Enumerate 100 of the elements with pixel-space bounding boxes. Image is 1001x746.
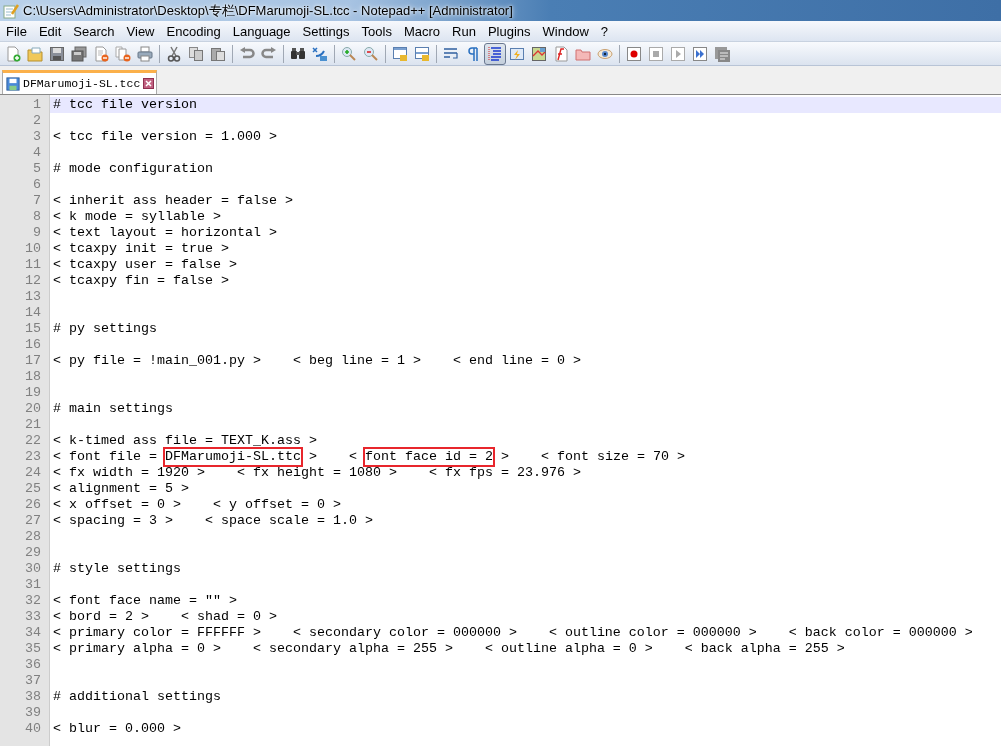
code-line: < tcaxpy user = false > bbox=[53, 257, 237, 273]
map-icon bbox=[531, 45, 547, 62]
code-line: < k mode = syllable > bbox=[53, 209, 221, 225]
code-line: # mode configuration bbox=[53, 161, 213, 177]
menu-item[interactable]: Window bbox=[536, 23, 595, 39]
menu-item[interactable]: Run bbox=[446, 23, 482, 39]
line-number: 20 bbox=[25, 401, 41, 417]
code-line: # py settings bbox=[53, 321, 157, 337]
line-number: 30 bbox=[25, 561, 41, 577]
line-number: 25 bbox=[25, 481, 41, 497]
pilcrow-icon bbox=[465, 45, 481, 62]
line-number: 29 bbox=[25, 545, 41, 561]
line-number: 12 bbox=[25, 273, 41, 289]
clipboard-icon bbox=[210, 45, 226, 62]
pages-with-minus-icon bbox=[115, 45, 131, 62]
line-number: 28 bbox=[25, 529, 41, 545]
toolbar-button[interactable] bbox=[484, 42, 506, 65]
menu-item[interactable]: Tools bbox=[355, 23, 398, 39]
code-line: < bord = 2 > < shad = 0 > bbox=[53, 609, 277, 625]
code-line: < k-timed ass file = TEXT_K.ass > bbox=[53, 433, 317, 449]
close-icon[interactable] bbox=[143, 78, 155, 89]
fast-forward-icon bbox=[692, 45, 708, 62]
code-line: < x offset = 0 > < y offset = 0 > bbox=[53, 497, 341, 513]
line-number: 31 bbox=[25, 577, 41, 593]
code-line: < tcaxpy init = true > bbox=[53, 241, 229, 257]
highlighted-code-text: font face id = 2 bbox=[364, 449, 493, 465]
menu-item[interactable]: Edit bbox=[32, 23, 68, 39]
notepad-icon bbox=[3, 2, 19, 19]
line-number: 14 bbox=[25, 305, 41, 321]
window-title: C:\Users\Administrator\Desktop\专栏\DFMarumoji-SL.tcc - Notepad++ [Administrator] bbox=[23, 1, 513, 20]
scissors-icon bbox=[166, 45, 182, 62]
lightning-window-icon bbox=[509, 45, 525, 62]
menu-item[interactable]: ? bbox=[594, 23, 615, 39]
menu-item[interactable]: Settings bbox=[296, 23, 356, 39]
file-tab[interactable]: DFMarumoji-SL.tcc bbox=[2, 70, 158, 94]
folder-icon bbox=[27, 45, 43, 62]
line-number: 4 bbox=[33, 145, 41, 161]
line-number: 17 bbox=[25, 353, 41, 369]
code-line: < spacing = 3 > < space scale = 1.0 > bbox=[53, 513, 373, 529]
line-number: 36 bbox=[25, 657, 41, 673]
copy-icon bbox=[188, 45, 204, 62]
code-line: < inherit ass header = false > bbox=[53, 193, 293, 209]
printer-icon bbox=[137, 45, 153, 62]
line-number: 6 bbox=[33, 177, 41, 193]
window-lock-icon bbox=[392, 45, 408, 62]
code-line: < alignment = 5 > bbox=[53, 481, 189, 497]
line-number: 38 bbox=[25, 689, 41, 705]
line-number: 3 bbox=[33, 129, 41, 145]
line-number: 7 bbox=[33, 193, 41, 209]
line-number: 26 bbox=[25, 497, 41, 513]
line-number: 37 bbox=[25, 673, 41, 689]
menu-item[interactable]: Macro bbox=[397, 23, 447, 39]
menu-item[interactable]: Plugins bbox=[481, 23, 537, 39]
page-with-minus-icon bbox=[93, 45, 109, 62]
menu-item[interactable]: Encoding bbox=[160, 23, 227, 39]
wrap-lines-icon bbox=[443, 45, 459, 62]
binoculars-icon bbox=[290, 45, 306, 62]
window-lock-icon bbox=[414, 45, 430, 62]
indent-lines-icon bbox=[487, 45, 503, 62]
code-line: < text layout = horizontal > bbox=[53, 225, 277, 241]
line-number: 39 bbox=[25, 705, 41, 721]
zoom-in-icon bbox=[341, 45, 357, 62]
line-number: 34 bbox=[25, 625, 41, 641]
line-number: 5 bbox=[33, 161, 41, 177]
macro-list-icon bbox=[714, 45, 730, 62]
code-line: < primary alpha = 0 > < secondary alpha = 255 > < outline alpha = 0 > < back alpha = 255 > bbox=[53, 641, 845, 657]
line-number: 16 bbox=[25, 337, 41, 353]
line-number: 15 bbox=[25, 321, 41, 337]
play-icon bbox=[670, 45, 686, 62]
menu-item[interactable]: Language bbox=[226, 23, 297, 39]
new-page-icon bbox=[5, 45, 21, 62]
line-number: 13 bbox=[25, 289, 41, 305]
floppy-disks-icon bbox=[71, 45, 87, 62]
menu-item[interactable]: File bbox=[0, 23, 33, 39]
line-number: 24 bbox=[25, 465, 41, 481]
code-line: # main settings bbox=[53, 401, 173, 417]
line-number: 21 bbox=[25, 417, 41, 433]
record-icon bbox=[626, 45, 642, 62]
line-number: 10 bbox=[25, 241, 41, 257]
code-line: < tcaxpy fin = false > bbox=[53, 273, 229, 289]
menu-item[interactable]: View bbox=[120, 23, 161, 39]
code-line: < blur = 0.000 > bbox=[53, 721, 181, 737]
code-text: > < font size = 70 > bbox=[499, 449, 685, 465]
code-text: > < bbox=[307, 449, 358, 465]
stop-icon bbox=[648, 45, 664, 62]
line-number: 35 bbox=[25, 641, 41, 657]
code-line: # additional settings bbox=[53, 689, 221, 705]
function-page-icon bbox=[553, 45, 569, 62]
line-number: 9 bbox=[33, 225, 41, 241]
code-line: < tcc file version = 1.000 > bbox=[53, 129, 277, 145]
line-number: 11 bbox=[25, 257, 41, 273]
code-line: < primary color = FFFFFF > < secondary color = 000000 > < outline color = 000000 > < back color = 000000 > bbox=[53, 625, 973, 641]
menu-item[interactable]: Search bbox=[67, 23, 121, 39]
line-number: 23 bbox=[25, 449, 41, 465]
line-number: 22 bbox=[25, 433, 41, 449]
line-number: 19 bbox=[25, 385, 41, 401]
code-line: < fx width = 1920 > < fx height = 1080 > < fx fps = 23.976 > bbox=[53, 465, 581, 481]
line-number: 1 bbox=[33, 97, 41, 113]
replace-icon bbox=[312, 45, 328, 62]
code-line: # tcc file version bbox=[53, 97, 197, 113]
